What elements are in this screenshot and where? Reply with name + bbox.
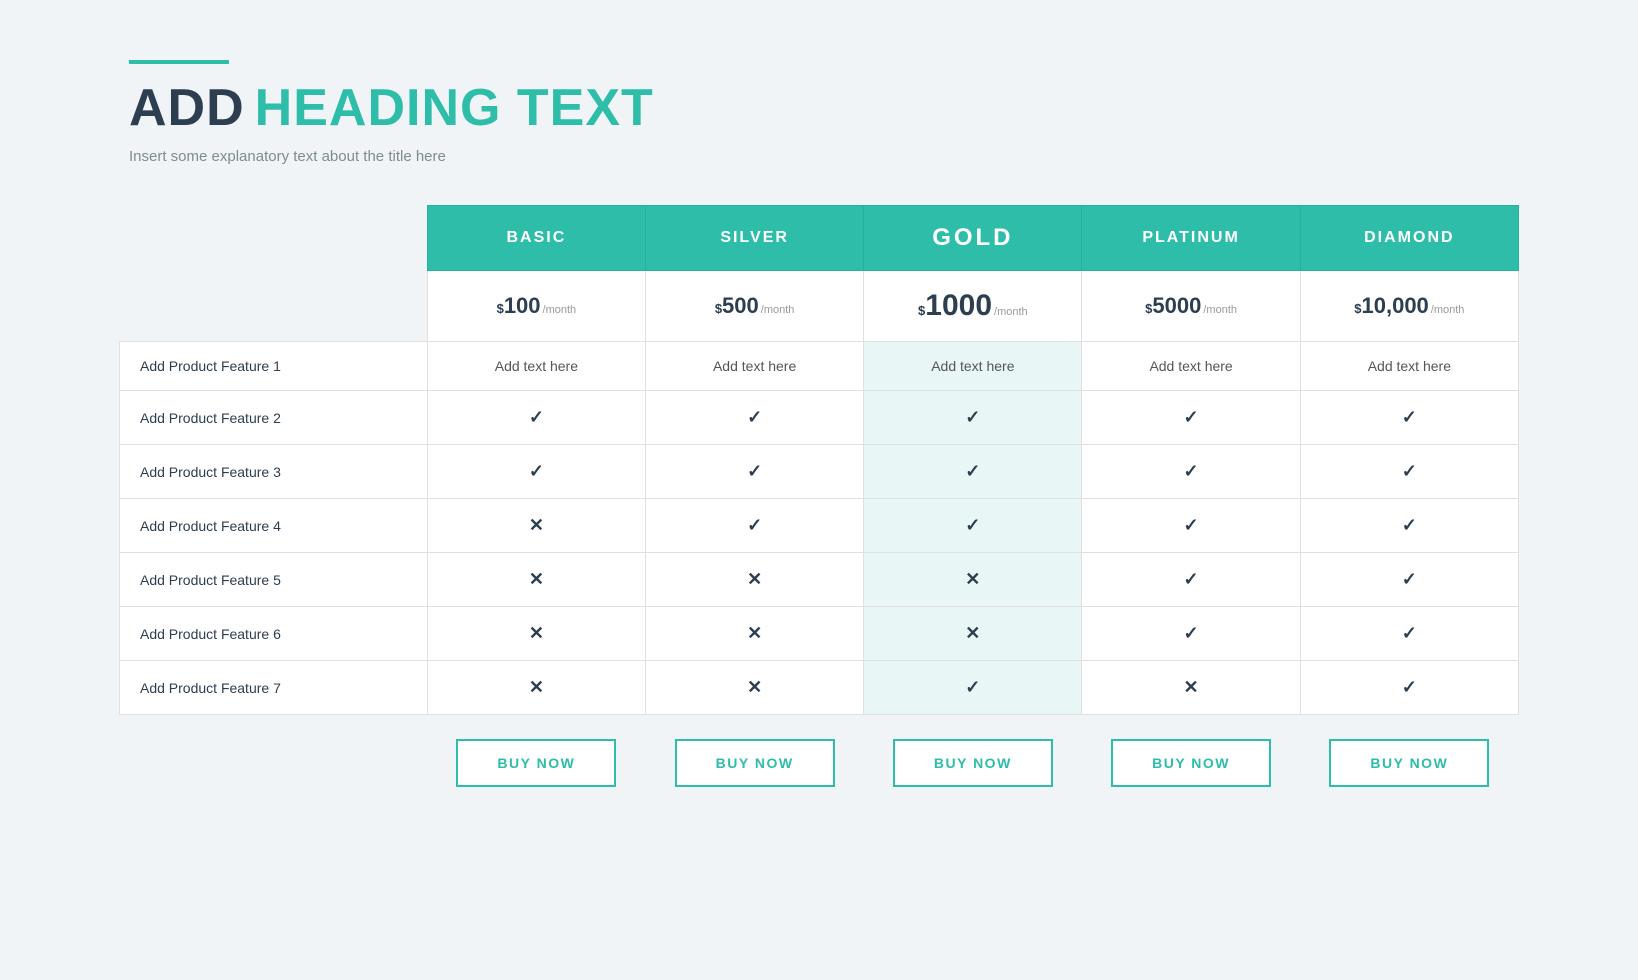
page-wrapper: ADD HEADING TEXT Insert some explanatory…	[119, 60, 1519, 787]
buy-now-gold-cell: BUY NOW	[864, 715, 1082, 788]
feature-row-5: Add Product Feature 5 ✕ ✕ ✕ ✓ ✓	[120, 553, 1519, 607]
buy-row-feature-cell	[120, 715, 428, 788]
feature-val-5-silver: ✕	[646, 553, 864, 607]
feature-val-2-gold: ✓	[864, 391, 1082, 445]
price-cell-basic: $ 100 /month	[427, 271, 645, 342]
feature-val-1-diamond: Add text here	[1300, 342, 1518, 391]
buy-now-diamond-button[interactable]: BUY NOW	[1329, 739, 1489, 787]
feature-label-1: Add Product Feature 1	[120, 342, 428, 391]
feature-label-3: Add Product Feature 3	[120, 445, 428, 499]
price-cell-platinum: $ 5000 /month	[1082, 271, 1300, 342]
price-cell-silver: $ 500 /month	[646, 271, 864, 342]
price-cell-diamond: $ 10,000 /month	[1300, 271, 1518, 342]
feature-val-6-diamond: ✓	[1300, 607, 1518, 661]
feature-val-2-basic: ✓	[427, 391, 645, 445]
feature-row-3: Add Product Feature 3 ✓ ✓ ✓ ✓ ✓	[120, 445, 1519, 499]
feature-val-6-basic: ✕	[427, 607, 645, 661]
feature-val-3-platinum: ✓	[1082, 445, 1300, 499]
feature-label-6: Add Product Feature 6	[120, 607, 428, 661]
feature-val-1-basic: Add text here	[427, 342, 645, 391]
feature-label-4: Add Product Feature 4	[120, 499, 428, 553]
feature-val-3-basic: ✓	[427, 445, 645, 499]
feature-val-7-diamond: ✓	[1300, 661, 1518, 715]
feature-val-4-silver: ✓	[646, 499, 864, 553]
feature-val-7-basic: ✕	[427, 661, 645, 715]
feature-row-2: Add Product Feature 2 ✓ ✓ ✓ ✓ ✓	[120, 391, 1519, 445]
feature-val-7-silver: ✕	[646, 661, 864, 715]
feature-val-4-platinum: ✓	[1082, 499, 1300, 553]
heading-add: ADD	[129, 78, 245, 138]
feature-row-7: Add Product Feature 7 ✕ ✕ ✓ ✕ ✓	[120, 661, 1519, 715]
feature-val-3-gold: ✓	[864, 445, 1082, 499]
feature-val-3-silver: ✓	[646, 445, 864, 499]
feature-col-header	[120, 206, 428, 271]
feature-val-6-gold: ✕	[864, 607, 1082, 661]
feature-label-2: Add Product Feature 2	[120, 391, 428, 445]
feature-val-3-diamond: ✓	[1300, 445, 1518, 499]
plan-header-gold: GOLD	[864, 206, 1082, 271]
buy-now-basic-button[interactable]: BUY NOW	[456, 739, 616, 787]
feature-row-1: Add Product Feature 1 Add text here Add …	[120, 342, 1519, 391]
feature-val-2-silver: ✓	[646, 391, 864, 445]
feature-label-5: Add Product Feature 5	[120, 553, 428, 607]
feature-val-5-diamond: ✓	[1300, 553, 1518, 607]
buy-now-row: BUY NOW BUY NOW BUY NOW BUY NOW BUY NOW	[120, 715, 1519, 788]
heading-row: ADD HEADING TEXT	[129, 78, 1519, 138]
buy-now-platinum-button[interactable]: BUY NOW	[1111, 739, 1271, 787]
heading-text: HEADING TEXT	[255, 78, 654, 138]
buy-now-silver-button[interactable]: BUY NOW	[675, 739, 835, 787]
feature-val-6-platinum: ✓	[1082, 607, 1300, 661]
feature-val-4-diamond: ✓	[1300, 499, 1518, 553]
feature-val-5-gold: ✕	[864, 553, 1082, 607]
feature-val-5-basic: ✕	[427, 553, 645, 607]
pricing-table-wrapper: BASIC SILVER GOLD PLATINUM DIAMOND $ 100…	[119, 205, 1519, 787]
accent-line	[129, 60, 229, 64]
feature-val-1-platinum: Add text here	[1082, 342, 1300, 391]
feature-val-4-gold: ✓	[864, 499, 1082, 553]
feature-label-7: Add Product Feature 7	[120, 661, 428, 715]
buy-now-platinum-cell: BUY NOW	[1082, 715, 1300, 788]
feature-val-7-platinum: ✕	[1082, 661, 1300, 715]
buy-now-gold-button[interactable]: BUY NOW	[893, 739, 1053, 787]
feature-val-5-platinum: ✓	[1082, 553, 1300, 607]
plan-header-basic: BASIC	[427, 206, 645, 271]
price-cell-gold: $ 1000 /month	[864, 271, 1082, 342]
feature-row-6: Add Product Feature 6 ✕ ✕ ✕ ✓ ✓	[120, 607, 1519, 661]
plan-header-platinum: PLATINUM	[1082, 206, 1300, 271]
buy-now-basic-cell: BUY NOW	[427, 715, 645, 788]
feature-val-2-platinum: ✓	[1082, 391, 1300, 445]
price-row: $ 100 /month $ 500 /month	[120, 271, 1519, 342]
feature-val-1-gold: Add text here	[864, 342, 1082, 391]
feature-val-2-diamond: ✓	[1300, 391, 1518, 445]
pricing-table: BASIC SILVER GOLD PLATINUM DIAMOND $ 100…	[119, 205, 1519, 787]
price-feature-cell	[120, 271, 428, 342]
buy-now-silver-cell: BUY NOW	[646, 715, 864, 788]
feature-val-4-basic: ✕	[427, 499, 645, 553]
header-section: ADD HEADING TEXT Insert some explanatory…	[119, 60, 1519, 165]
plan-header-row: BASIC SILVER GOLD PLATINUM DIAMOND	[120, 206, 1519, 271]
plan-header-diamond: DIAMOND	[1300, 206, 1518, 271]
heading-subtitle: Insert some explanatory text about the t…	[129, 148, 1519, 165]
plan-header-silver: SILVER	[646, 206, 864, 271]
feature-val-7-gold: ✓	[864, 661, 1082, 715]
buy-now-diamond-cell: BUY NOW	[1300, 715, 1518, 788]
feature-val-1-silver: Add text here	[646, 342, 864, 391]
feature-row-4: Add Product Feature 4 ✕ ✓ ✓ ✓ ✓	[120, 499, 1519, 553]
feature-val-6-silver: ✕	[646, 607, 864, 661]
